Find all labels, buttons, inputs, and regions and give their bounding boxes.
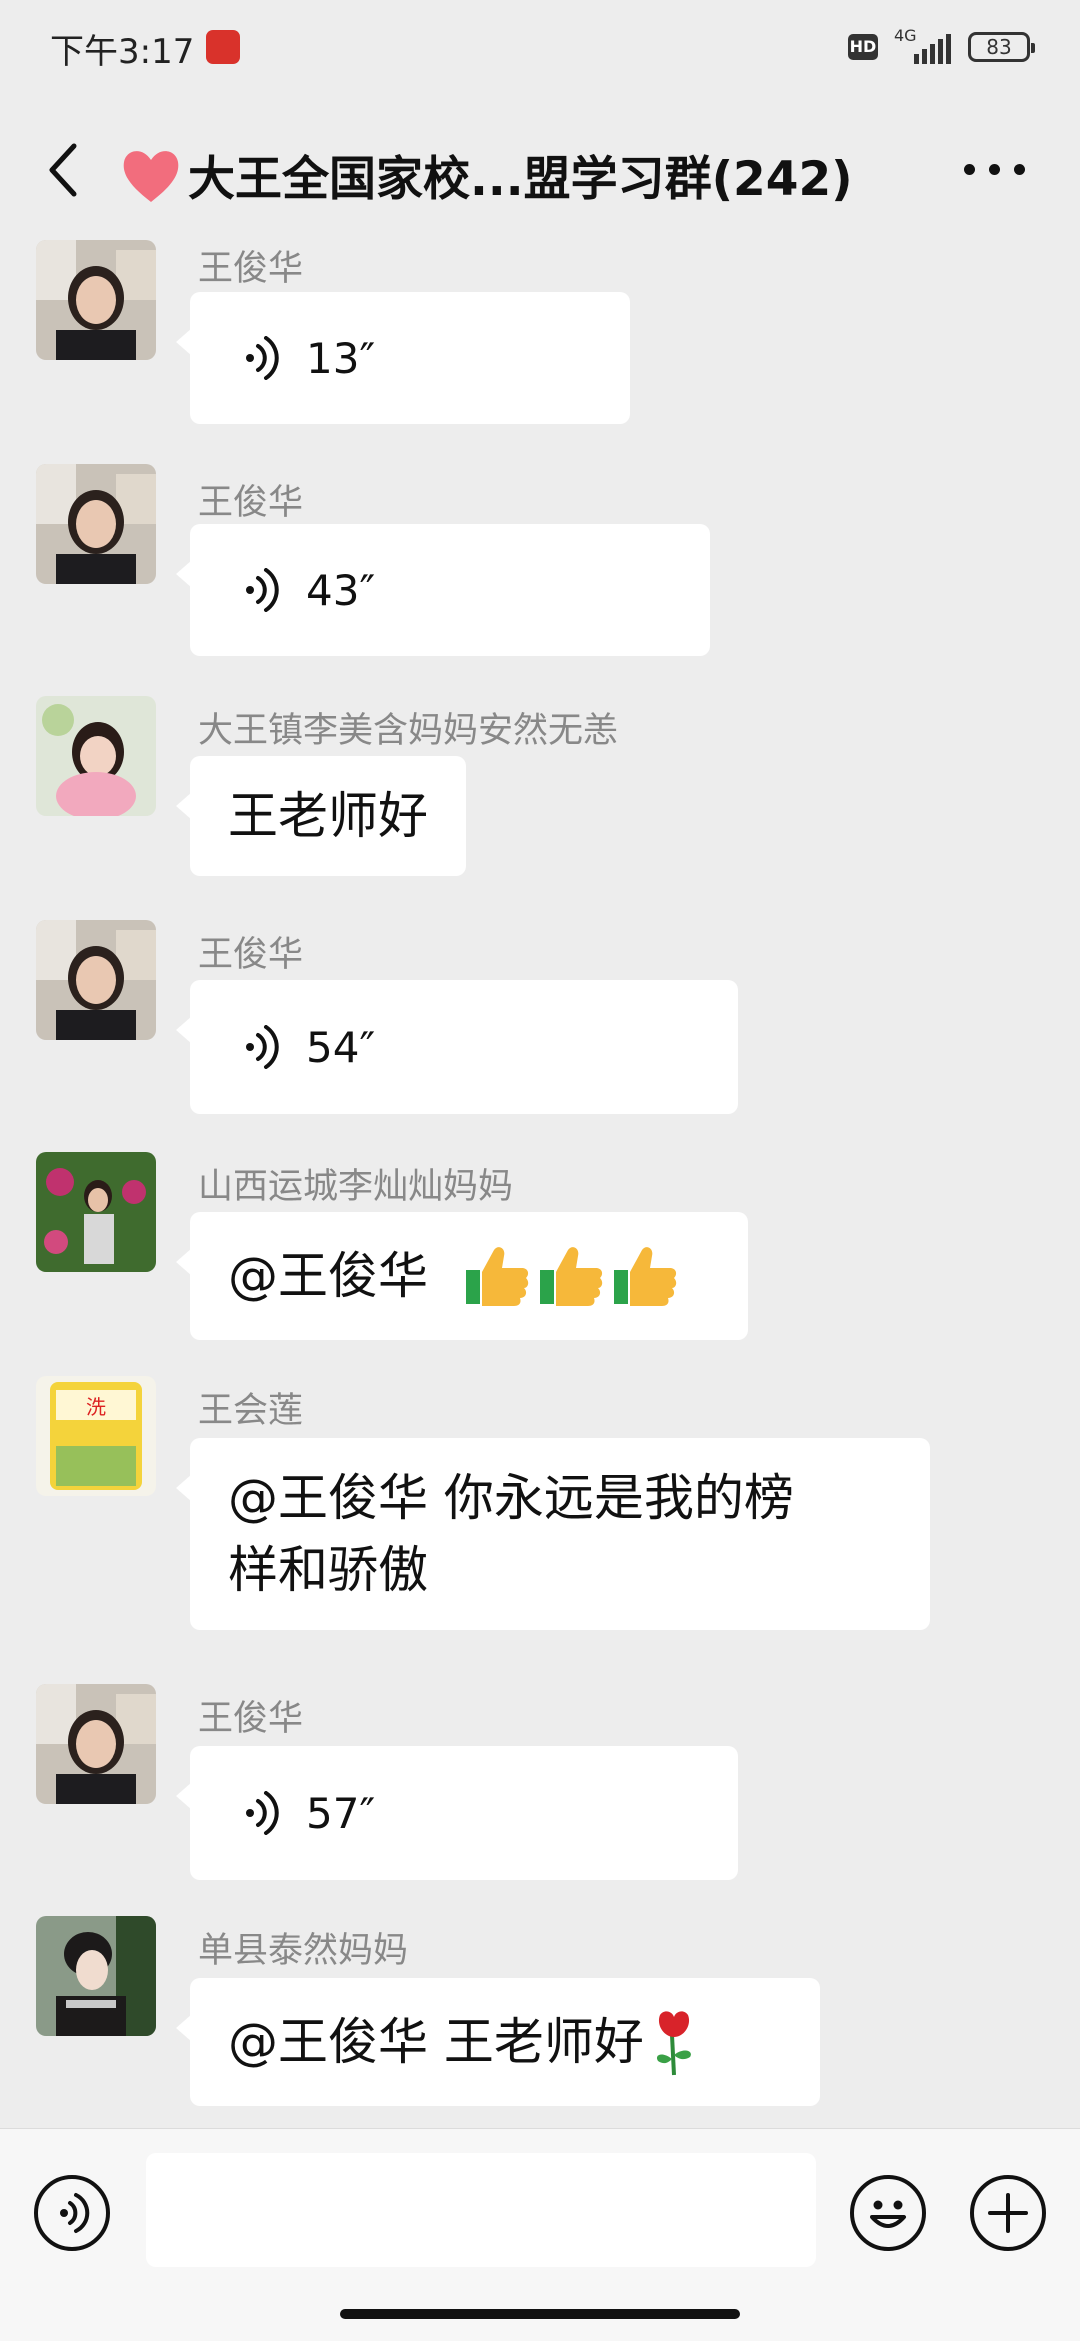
sender-name: 山西运城李灿灿妈妈	[198, 1167, 514, 1207]
sender-name: 王俊华	[198, 483, 304, 523]
text-message-bubble[interactable]: 王老师好	[176, 756, 466, 876]
voice-message-bubble[interactable]: 57″	[176, 1746, 738, 1880]
voice-duration: 57″	[306, 1788, 376, 1838]
rose-icon	[656, 2011, 691, 2076]
message-text: 王老师好	[228, 787, 428, 845]
text-message-bubble[interactable]: @王俊华	[176, 1212, 748, 1340]
thumbs-up-icon	[614, 1247, 677, 1306]
avatar[interactable]	[36, 240, 156, 360]
home-indicator[interactable]	[340, 2309, 740, 2319]
voice-message-bubble[interactable]: 43″	[176, 524, 710, 656]
sender-name: 王俊华	[198, 249, 304, 289]
avatar[interactable]	[36, 1152, 156, 1272]
message-text: @王俊华	[228, 1247, 428, 1305]
emoji-icon	[870, 2200, 906, 2228]
plus-icon	[988, 2193, 1028, 2233]
signal-icon	[914, 34, 951, 64]
more-dots-icon[interactable]	[960, 158, 1030, 182]
message-text-line: 样和骄傲	[228, 1541, 428, 1599]
sender-name: 王俊华	[198, 935, 304, 975]
voice-input-button[interactable]	[34, 2175, 110, 2251]
message-text-line: @王俊华 你永远是我的榜	[228, 1469, 794, 1527]
sender-name: 单县泰然妈妈	[198, 1931, 409, 1971]
sender-name: 大王镇李美含妈妈安然无恙	[198, 711, 619, 751]
thumbs-up-icon	[540, 1247, 603, 1306]
avatar[interactable]	[36, 920, 156, 1040]
status-bar: 下午3:17 HD 4G 83	[0, 0, 1080, 100]
thumbs-up-icon	[466, 1247, 529, 1306]
voice-wave-icon	[246, 336, 279, 380]
text-message-bubble[interactable]: @王俊华 王老师好	[176, 1978, 820, 2106]
voice-duration: 54″	[306, 1022, 376, 1072]
input-bar	[0, 2128, 1080, 2341]
more-functions-button[interactable]	[970, 2175, 1046, 2251]
voice-message-bubble[interactable]: 13″	[176, 292, 630, 424]
voice-wave-icon	[246, 1025, 279, 1069]
avatar[interactable]: 洗	[36, 1376, 156, 1496]
sender-name: 王俊华	[198, 1699, 304, 1739]
voice-duration: 43″	[306, 565, 376, 615]
voice-wave-icon	[60, 2193, 90, 2233]
chat-title: 大王全国家校...盟学习群(242)	[120, 140, 853, 209]
chat-header: 大王全国家校...盟学习群(242)	[0, 100, 1080, 240]
voice-duration: 13″	[306, 333, 376, 383]
avatar[interactable]	[36, 1916, 156, 2036]
battery-icon: 83	[968, 32, 1035, 62]
text-message-bubble[interactable]: @王俊华 你永远是我的榜 样和骄傲	[176, 1438, 930, 1630]
avatar[interactable]	[36, 696, 156, 816]
hd-badge: HD	[848, 34, 878, 60]
message-text: @王俊华 王老师好	[228, 2013, 644, 2071]
app-notification-icon	[206, 30, 240, 64]
avatar[interactable]	[36, 464, 156, 584]
status-time: 下午3:17	[50, 32, 195, 72]
avatar[interactable]	[36, 1684, 156, 1804]
svg-text:洗: 洗	[86, 1395, 106, 1419]
voice-wave-icon	[246, 568, 279, 612]
chevron-left-icon[interactable]	[40, 140, 90, 200]
sender-name: 王会莲	[198, 1391, 304, 1431]
heart-icon	[123, 150, 179, 202]
voice-message-bubble[interactable]: 54″	[176, 980, 738, 1114]
chat-title-text: 大王全国家校...盟学习群(242)	[188, 152, 853, 207]
message-input[interactable]	[146, 2153, 816, 2267]
emoji-button[interactable]	[850, 2175, 926, 2251]
voice-wave-icon	[246, 1791, 279, 1835]
